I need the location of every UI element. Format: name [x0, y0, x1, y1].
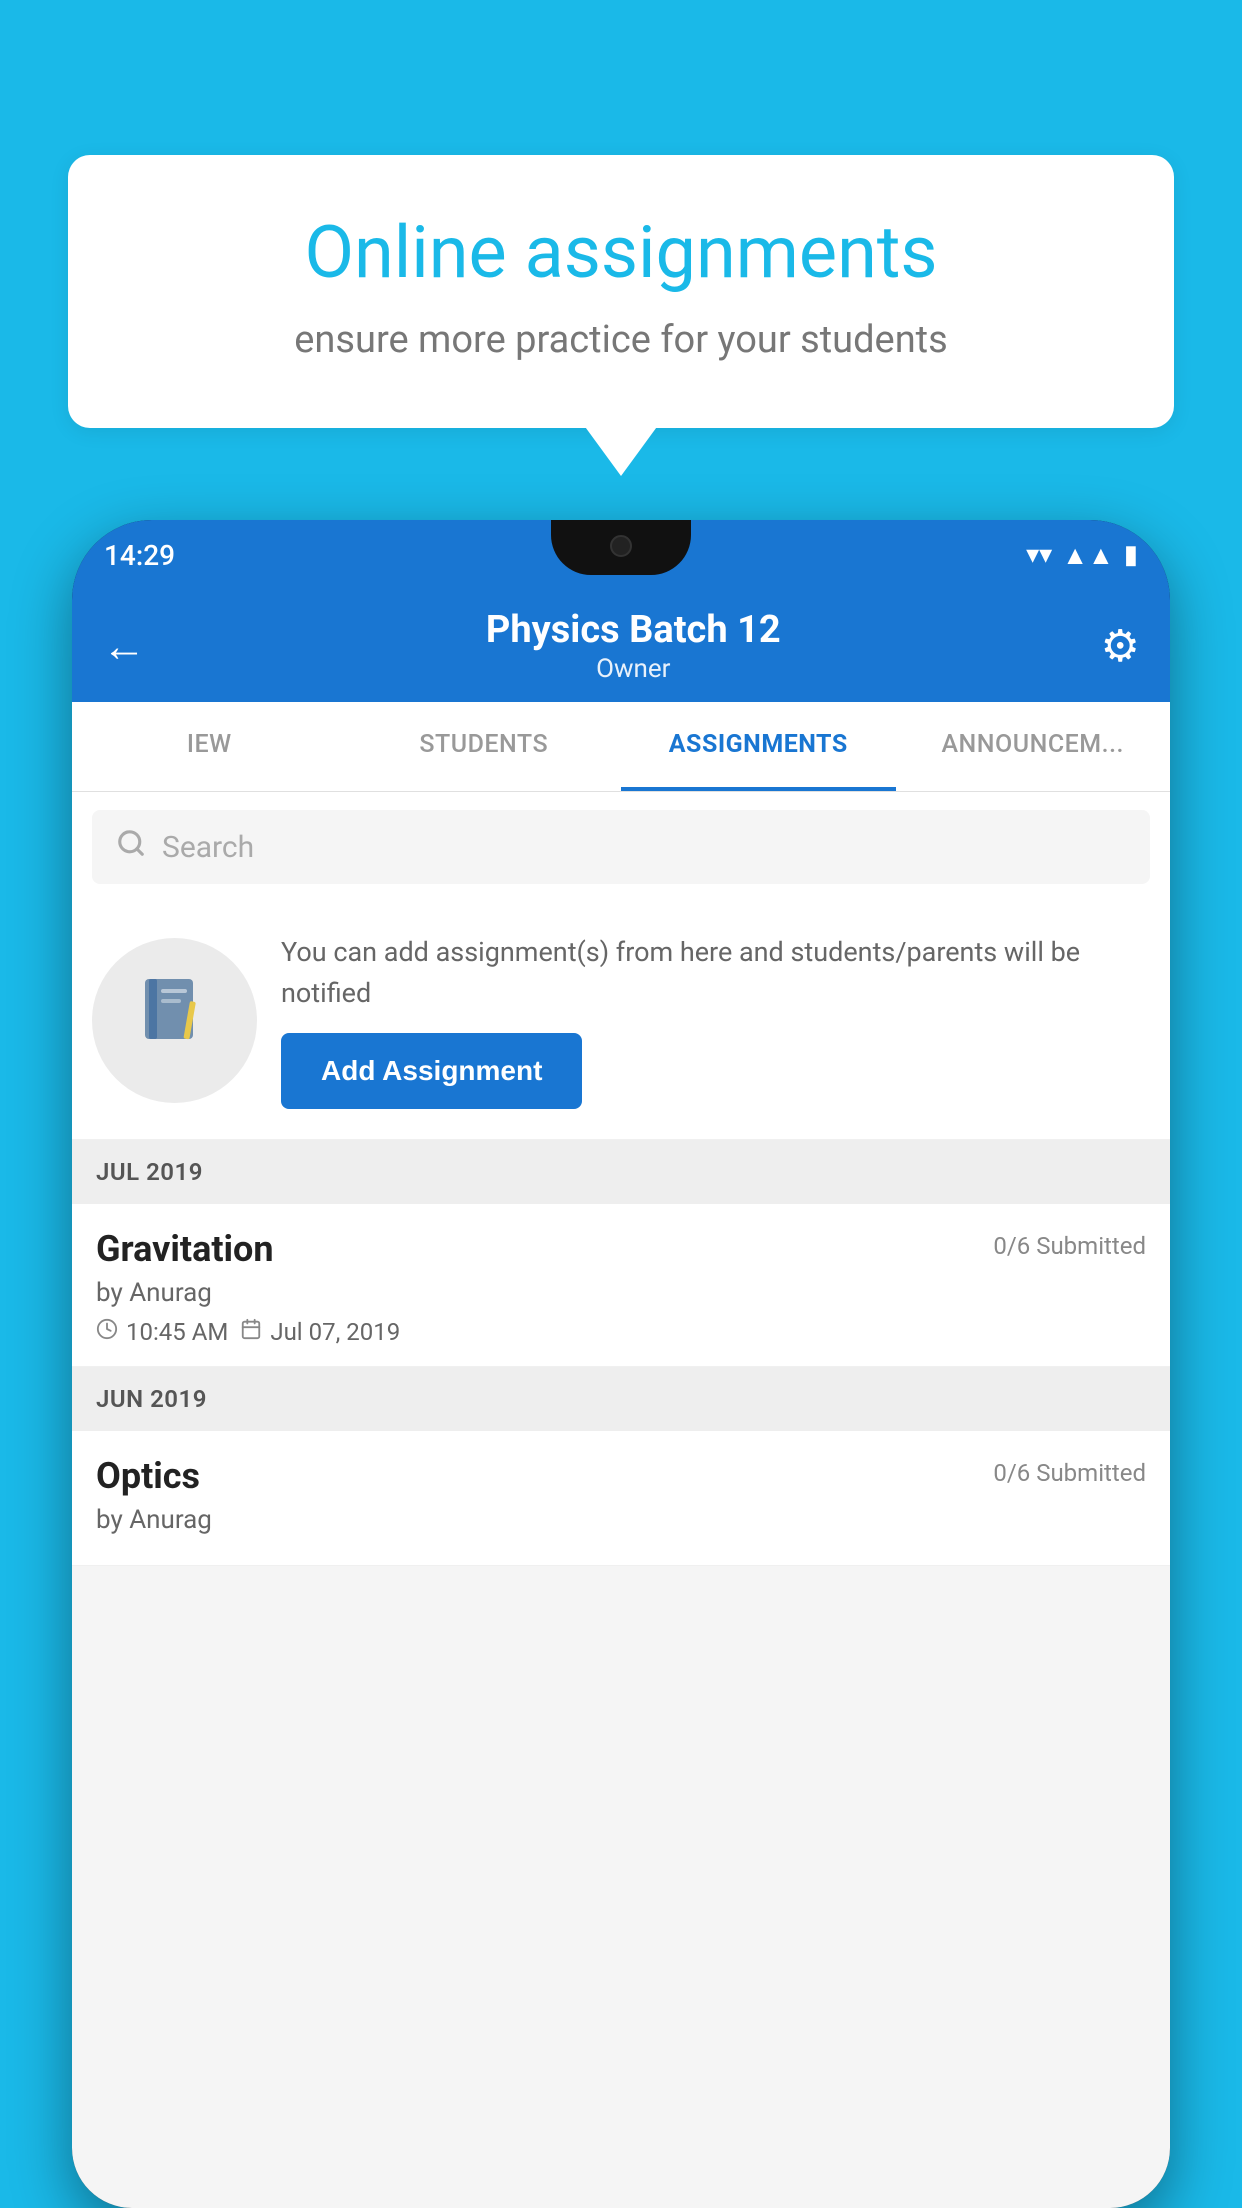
tab-announcements[interactable]: ANNOUNCEM...	[896, 702, 1171, 791]
battery-icon: ▮	[1124, 540, 1138, 570]
search-icon	[116, 828, 146, 866]
assignment-submitted: 0/6 Submitted	[993, 1232, 1146, 1260]
phone-screen: IEW STUDENTS ASSIGNMENTS ANNOUNCEM...	[72, 702, 1170, 2208]
add-assignment-section: You can add assignment(s) from here and …	[72, 902, 1170, 1140]
assignment-time: 10:45 AM	[126, 1318, 228, 1346]
phone-frame: 14:29 ▾▾ ▲▲ ▮ ← Physics Batch 12 Owner ⚙…	[72, 520, 1170, 2208]
date-meta: Jul 07, 2019	[240, 1318, 400, 1346]
status-bar: 14:29 ▾▾ ▲▲ ▮	[72, 520, 1170, 590]
assignment-author: by Anurag	[96, 1278, 1146, 1308]
tab-assignments[interactable]: ASSIGNMENTS	[621, 702, 896, 791]
signal-icon: ▲▲	[1062, 540, 1113, 571]
section-header-jul: JUL 2019	[72, 1140, 1170, 1204]
assignment-submitted-optics: 0/6 Submitted	[993, 1459, 1146, 1487]
assignment-icon-circle	[92, 938, 257, 1103]
speech-bubble-container: Online assignments ensure more practice …	[68, 155, 1174, 428]
calendar-icon	[240, 1318, 262, 1346]
header-subtitle: Owner	[166, 654, 1101, 684]
tab-students[interactable]: STUDENTS	[347, 702, 622, 791]
notebook-icon	[135, 971, 215, 1071]
search-placeholder: Search	[162, 830, 254, 865]
assignment-name-optics: Optics	[96, 1455, 200, 1497]
tab-iew[interactable]: IEW	[72, 702, 347, 791]
search-bar[interactable]: Search	[92, 810, 1150, 884]
assignment-item-header: Gravitation 0/6 Submitted	[96, 1228, 1146, 1270]
front-camera	[610, 535, 632, 557]
bubble-title: Online assignments	[128, 210, 1114, 296]
assignment-item[interactable]: Gravitation 0/6 Submitted by Anurag 10:4…	[72, 1204, 1170, 1367]
wifi-icon: ▾▾	[1026, 540, 1052, 570]
phone-notch	[551, 520, 691, 575]
search-container: Search	[72, 792, 1170, 902]
add-assignment-button[interactable]: Add Assignment	[281, 1033, 582, 1109]
header-title: Physics Batch 12	[166, 608, 1101, 654]
status-icons: ▾▾ ▲▲ ▮	[1026, 540, 1138, 571]
add-assignment-content: You can add assignment(s) from here and …	[281, 932, 1150, 1109]
time-meta: 10:45 AM	[96, 1318, 228, 1346]
assignment-item-optics-header: Optics 0/6 Submitted	[96, 1455, 1146, 1497]
clock-icon	[96, 1318, 118, 1346]
assignment-item-optics[interactable]: Optics 0/6 Submitted by Anurag	[72, 1431, 1170, 1566]
assignment-author-optics: by Anurag	[96, 1505, 1146, 1535]
bubble-subtitle: ensure more practice for your students	[128, 314, 1114, 367]
assignment-name: Gravitation	[96, 1228, 274, 1270]
assignment-meta: 10:45 AM Jul 07, 2019	[96, 1318, 1146, 1346]
add-assignment-info: You can add assignment(s) from here and …	[281, 932, 1150, 1013]
app-header: ← Physics Batch 12 Owner ⚙	[72, 590, 1170, 702]
status-time: 14:29	[104, 539, 175, 572]
back-button[interactable]: ←	[102, 620, 146, 672]
speech-bubble: Online assignments ensure more practice …	[68, 155, 1174, 428]
header-center: Physics Batch 12 Owner	[166, 608, 1101, 684]
settings-icon[interactable]: ⚙	[1101, 620, 1140, 672]
section-header-jun: JUN 2019	[72, 1367, 1170, 1431]
tabs-container: IEW STUDENTS ASSIGNMENTS ANNOUNCEM...	[72, 702, 1170, 792]
assignment-date: Jul 07, 2019	[270, 1318, 400, 1346]
